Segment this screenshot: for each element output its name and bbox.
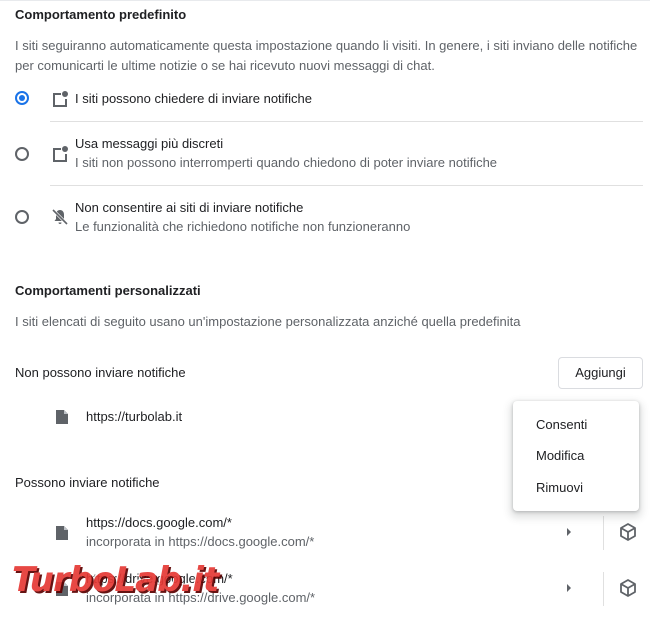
option-sublabel: Le funzionalità che richiedono notifiche… — [75, 219, 411, 234]
watermark-logo: TurboLab.it — [12, 560, 219, 600]
option-block[interactable]: Non consentire ai siti di inviare notifi… — [0, 196, 650, 242]
separator — [603, 572, 604, 606]
option-label: Usa messaggi più discreti — [75, 136, 224, 151]
arrow-right-icon[interactable] — [565, 583, 573, 593]
separator — [603, 516, 604, 550]
option-allow-ask[interactable]: I siti possono chiedere di inviare notif… — [0, 84, 650, 116]
custom-behavior-description: I siti elencati di seguito usano un'impo… — [15, 314, 521, 329]
file-icon — [56, 526, 68, 540]
option-label: Non consentire ai siti di inviare notifi… — [75, 200, 304, 215]
radio-button[interactable] — [15, 147, 29, 161]
option-sublabel: I siti non possono interromperti quando … — [75, 155, 498, 170]
site-row-turbolab[interactable]: https://turbolab.it — [0, 400, 500, 436]
menu-item-remove[interactable]: Rimuovi — [536, 480, 583, 495]
extension-cube-icon[interactable] — [618, 578, 638, 598]
menu-item-allow[interactable]: Consenti — [536, 417, 587, 432]
radio-button-selected[interactable] — [15, 91, 29, 105]
option-quieter[interactable]: Usa messaggi più discreti I siti non pos… — [0, 132, 650, 178]
blocked-heading: Non possono inviare notifiche — [15, 365, 186, 380]
site-context-menu: Consenti Modifica Rimuovi — [513, 401, 639, 511]
divider — [50, 121, 643, 122]
default-behavior-title: Comportamento predefinito — [15, 7, 187, 22]
default-behavior-description: I siti seguiranno automaticamente questa… — [15, 38, 638, 73]
custom-behavior-title: Comportamenti personalizzati — [15, 283, 201, 298]
option-label: I siti possono chiedere di inviare notif… — [75, 91, 313, 106]
top-divider — [0, 0, 650, 1]
site-url: https://turbolab.it — [86, 409, 183, 424]
arrow-right-icon[interactable] — [565, 527, 573, 537]
notification-icon — [53, 146, 68, 162]
site-url: https://docs.google.com/* — [86, 515, 232, 530]
notification-icon — [53, 91, 68, 107]
site-embedded: incorporata in https://docs.google.com/* — [86, 534, 315, 549]
allowed-heading: Possono inviare notifiche — [15, 475, 160, 490]
menu-item-edit[interactable]: Modifica — [536, 448, 584, 463]
extension-cube-icon[interactable] — [618, 522, 638, 542]
radio-button[interactable] — [15, 210, 29, 224]
file-icon — [56, 410, 68, 424]
add-button[interactable]: Aggiungi — [558, 357, 643, 389]
notifications-off-icon — [51, 208, 69, 226]
site-row-docs[interactable]: https://docs.google.com/* incorporata in… — [0, 512, 560, 554]
divider — [50, 185, 643, 186]
